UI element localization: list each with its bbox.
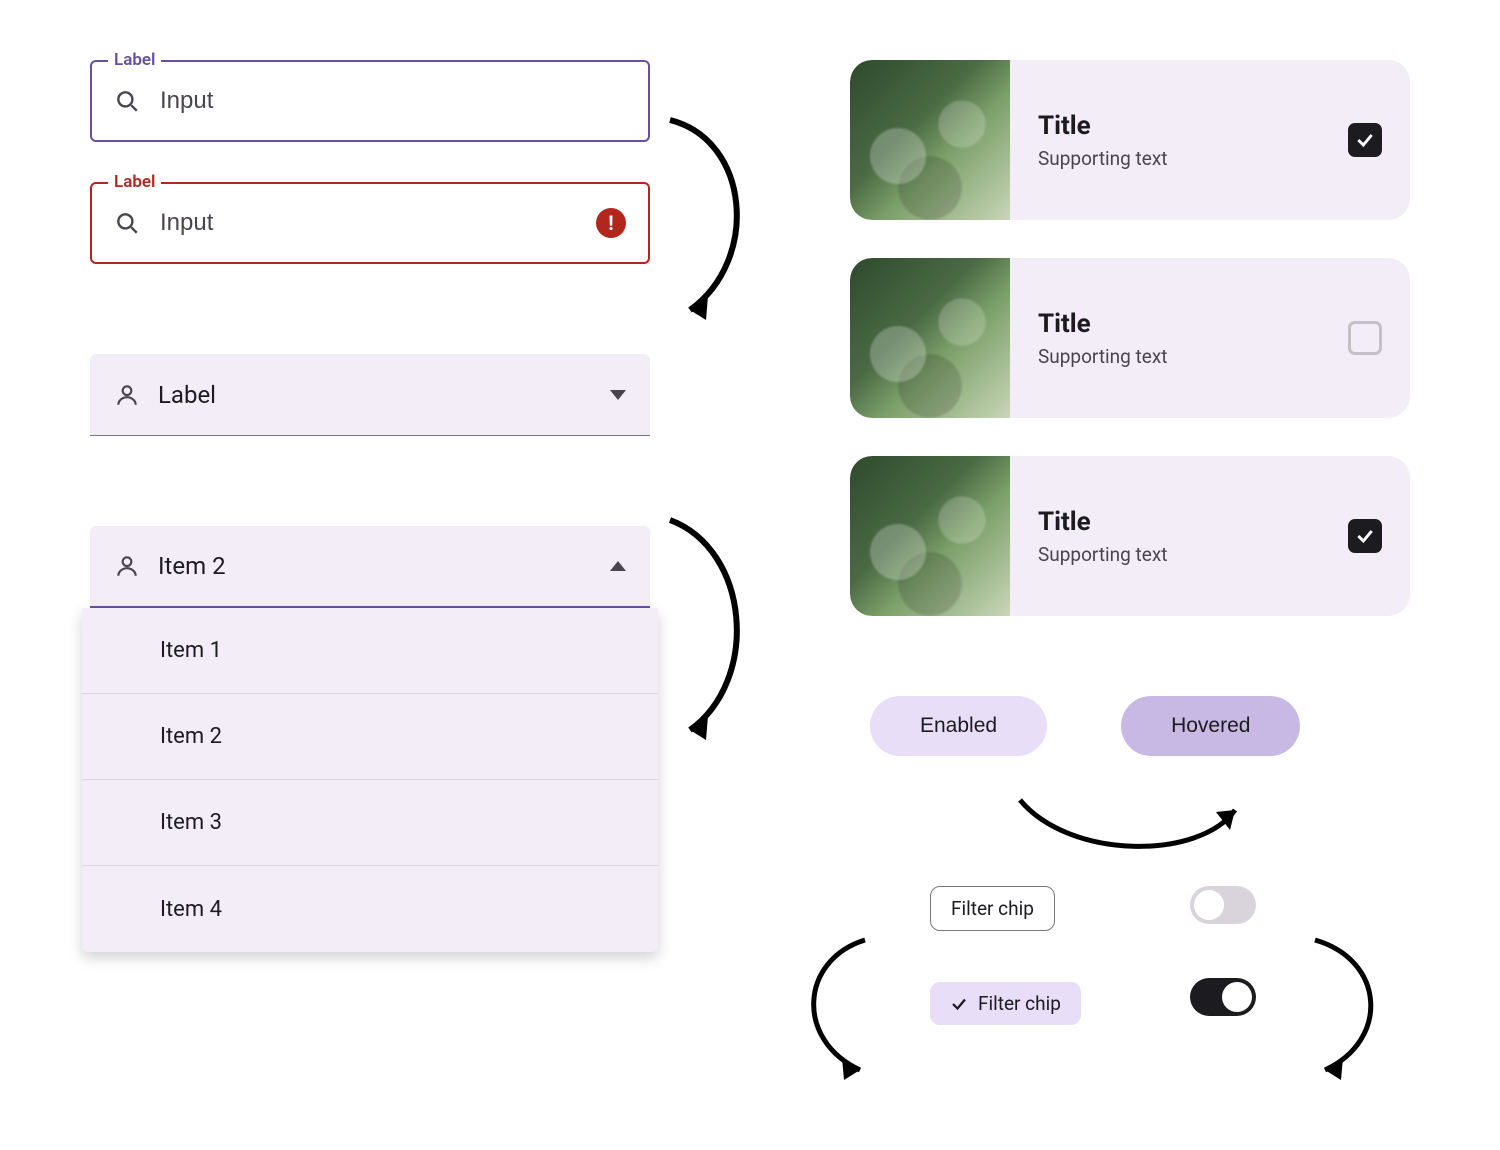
textfield-error-input[interactable]	[158, 208, 578, 238]
caret-down-icon	[610, 390, 626, 400]
switch-off[interactable]	[1190, 886, 1256, 924]
list-item-subtitle: Supporting text	[1038, 543, 1348, 566]
select-open-label: Item 2	[158, 552, 592, 580]
thumbnail-image	[850, 60, 1010, 220]
select-open[interactable]: Item 2	[90, 526, 650, 608]
list-item[interactable]: Title Supporting text	[850, 258, 1410, 418]
search-icon	[114, 88, 140, 114]
arrow-icon	[660, 110, 770, 334]
list-item-title: Title	[1038, 111, 1348, 141]
filter-chip-outlined[interactable]: Filter chip	[930, 886, 1055, 931]
chip-label: Filter chip	[978, 992, 1061, 1015]
textfield-label: Label	[108, 50, 161, 70]
textfield-outlined[interactable]: Label	[90, 60, 650, 142]
filter-chip-selected[interactable]: Filter chip	[930, 982, 1081, 1025]
textfield-input[interactable]	[158, 86, 626, 116]
chip-label: Filter chip	[951, 897, 1034, 920]
menu-item[interactable]: Item 4	[82, 866, 658, 952]
list-item-title: Title	[1038, 309, 1348, 339]
button-enabled[interactable]: Enabled	[870, 696, 1047, 756]
person-icon	[114, 553, 140, 579]
select-closed-label: Label	[158, 381, 592, 409]
check-icon	[950, 995, 968, 1013]
arrow-icon	[790, 930, 900, 1094]
list-item-subtitle: Supporting text	[1038, 345, 1348, 368]
checkbox[interactable]	[1348, 519, 1382, 553]
caret-up-icon	[610, 561, 626, 571]
select-menu: Item 1 Item 2 Item 3 Item 4	[82, 608, 658, 952]
menu-item[interactable]: Item 2	[82, 694, 658, 780]
search-icon	[114, 210, 140, 236]
checkbox[interactable]	[1348, 321, 1382, 355]
person-icon	[114, 382, 140, 408]
switch-on[interactable]	[1190, 978, 1256, 1016]
button-hovered[interactable]: Hovered	[1121, 696, 1300, 756]
select-closed[interactable]: Label	[90, 354, 650, 436]
list-item-subtitle: Supporting text	[1038, 147, 1348, 170]
list-item[interactable]: Title Supporting text	[850, 60, 1410, 220]
thumbnail-image	[850, 258, 1010, 418]
checkbox[interactable]	[1348, 123, 1382, 157]
menu-item[interactable]: Item 3	[82, 780, 658, 866]
arrow-icon	[1010, 790, 1260, 874]
list-item[interactable]: Title Supporting text	[850, 456, 1410, 616]
textfield-error-label: Label	[108, 172, 161, 192]
textfield-outlined-error[interactable]: Label !	[90, 182, 650, 264]
list-item-title: Title	[1038, 507, 1348, 537]
thumbnail-image	[850, 456, 1010, 616]
error-icon: !	[596, 208, 626, 238]
arrow-icon	[660, 510, 770, 754]
arrow-icon	[1290, 930, 1400, 1094]
menu-item[interactable]: Item 1	[82, 608, 658, 694]
